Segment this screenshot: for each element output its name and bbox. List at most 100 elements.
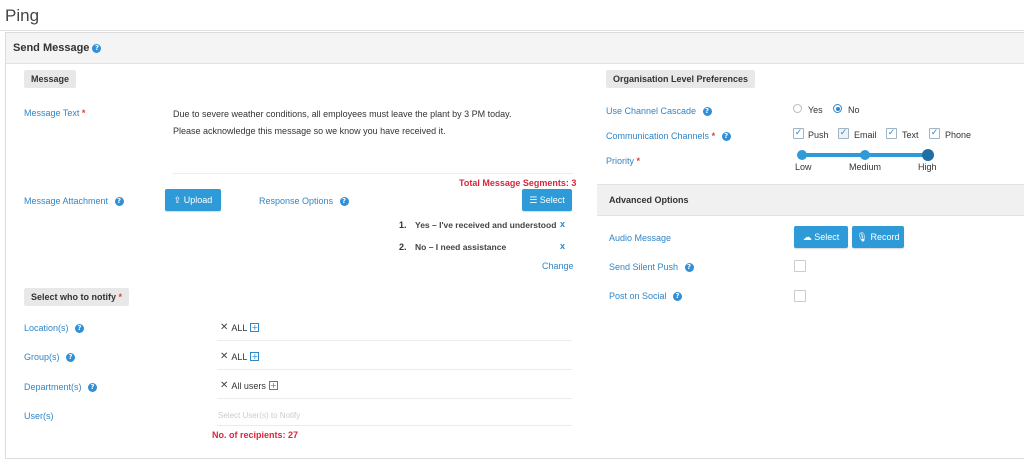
priority-low-label: Low	[795, 162, 812, 172]
org-prefs-section-header: Organisation Level Preferences	[606, 70, 756, 88]
priority-label-text: Priority	[606, 156, 635, 166]
help-circle-icon[interactable]: ?	[114, 197, 124, 207]
post-social-checkbox[interactable]	[794, 290, 806, 302]
help-circle-icon[interactable]: ?	[88, 383, 98, 393]
change-responses-link[interactable]: Change	[542, 261, 574, 271]
advanced-options-title: Advanced Options	[609, 195, 689, 205]
location-label: Location(s) ?	[24, 323, 85, 334]
user-field-underline	[217, 425, 572, 426]
response-option-text: No – I need assistance	[415, 242, 507, 252]
help-circle-icon[interactable]: ?	[75, 324, 85, 334]
plus-box-icon[interactable]: +	[250, 352, 260, 361]
help-circle-icon[interactable]: ?	[684, 263, 694, 273]
phone-checkbox[interactable]: ✓	[929, 128, 940, 139]
cascade-yes-label: Yes	[808, 105, 823, 115]
required-asterisk: *	[118, 292, 123, 302]
channel-cascade-label: Use Channel Cascade ?	[606, 106, 712, 117]
cascade-no-radio[interactable]	[833, 104, 842, 113]
department-tag-label: All users	[231, 380, 266, 391]
priority-label: Priority *	[606, 156, 640, 166]
silent-push-label: Send Silent Push ?	[609, 262, 694, 273]
group-tag-label: ALL	[231, 351, 248, 362]
cloud-upload-icon: ☁	[802, 233, 812, 243]
communication-channels-label-text: Communication Channels	[606, 131, 710, 141]
response-options-label: Response Options ?	[259, 196, 349, 207]
help-circle-icon[interactable]: ?	[702, 107, 712, 117]
message-text-label: Message Text *	[24, 108, 85, 118]
help-circle-icon[interactable]: ?	[721, 132, 731, 142]
help-circle-icon[interactable]: ?	[673, 292, 683, 302]
push-label: Push	[808, 130, 829, 140]
response-number: 2.	[399, 242, 407, 252]
audio-select-label: Select	[814, 232, 840, 242]
priority-slider-handle[interactable]	[922, 149, 934, 161]
priority-slider-stop-medium[interactable]	[860, 150, 870, 160]
email-checkbox[interactable]: ✓	[838, 128, 849, 139]
audio-select-button[interactable]: ☁ Select	[794, 226, 848, 248]
department-label-text: Department(s)	[24, 382, 82, 392]
message-text-value[interactable]: Due to severe weather conditions, all em…	[173, 106, 533, 140]
location-label-text: Location(s)	[24, 323, 69, 333]
plus-box-icon[interactable]: +	[250, 323, 260, 332]
required-asterisk: *	[636, 156, 641, 166]
record-label: Record	[870, 232, 900, 242]
message-section-header: Message	[24, 70, 77, 88]
list-icon: ☰	[529, 196, 538, 206]
silent-push-label-text: Send Silent Push	[609, 262, 679, 272]
text-checkbox[interactable]: ✓	[886, 128, 897, 139]
group-tag: ✕ ALL +	[220, 351, 260, 362]
message-attachment-label-text: Message Attachment	[24, 196, 109, 206]
help-circle-icon[interactable]: ?	[339, 197, 349, 207]
remove-response-button[interactable]: x	[560, 241, 565, 251]
department-field-underline	[217, 398, 572, 399]
microphone-icon: 🎙	[856, 233, 868, 243]
plus-box-icon[interactable]: +	[268, 381, 278, 390]
help-circle-icon[interactable]: ?	[66, 353, 76, 363]
phone-label: Phone	[945, 130, 972, 140]
panel-title: Send Message ?	[13, 42, 102, 54]
response-select-button[interactable]: ☰ Select	[522, 189, 572, 211]
message-divider	[173, 173, 573, 174]
location-tag: ✕ ALL +	[220, 322, 260, 333]
panel-title-text: Send Message	[13, 42, 90, 54]
record-button[interactable]: 🎙 Record	[852, 226, 904, 248]
text-label: Text	[902, 130, 919, 140]
x-icon[interactable]: ✕	[220, 351, 228, 362]
required-asterisk: *	[81, 108, 86, 118]
response-option-text: Yes – I've received and understood	[415, 220, 557, 230]
location-field-underline	[217, 340, 572, 341]
group-field-underline	[217, 369, 572, 370]
communication-channels-label: Communication Channels * ?	[606, 131, 731, 142]
notify-section-header: Select who to notify *	[24, 288, 130, 306]
channel-cascade-label-text: Use Channel Cascade	[606, 106, 697, 116]
checkmark-icon: ✓	[839, 128, 848, 138]
checkmark-icon: ✓	[794, 128, 803, 138]
upload-button[interactable]: ⇪ Upload	[165, 189, 221, 211]
panel-header	[6, 33, 1024, 64]
cascade-yes-radio[interactable]	[793, 104, 802, 113]
remove-response-button[interactable]: x	[560, 219, 565, 229]
priority-medium-label: Medium	[849, 162, 882, 172]
x-icon[interactable]: ✕	[220, 380, 228, 391]
post-social-label: Post on Social ?	[609, 291, 683, 302]
upload-icon: ⇪	[173, 196, 182, 206]
checkmark-icon: ✓	[887, 128, 896, 138]
x-icon[interactable]: ✕	[220, 322, 228, 333]
user-label: User(s)	[24, 411, 54, 421]
response-options-label-text: Response Options	[259, 196, 334, 206]
user-select-input[interactable]: Select User(s) to Notify	[218, 411, 300, 420]
group-label: Group(s) ?	[24, 352, 76, 363]
total-message-segments: Total Message Segments: 3	[459, 178, 577, 188]
notify-section-header-text: Select who to notify	[31, 292, 117, 302]
email-label: Email	[854, 130, 877, 140]
required-asterisk: *	[711, 131, 716, 141]
priority-slider-stop-low[interactable]	[797, 150, 807, 160]
help-circle-icon[interactable]: ?	[92, 43, 102, 53]
location-tag-label: ALL	[231, 322, 248, 333]
silent-push-checkbox[interactable]	[794, 260, 806, 272]
recipient-count: No. of recipients: 27	[212, 430, 299, 440]
cascade-no-label: No	[848, 105, 860, 115]
checkmark-icon: ✓	[930, 128, 939, 138]
response-number: 1.	[399, 220, 407, 230]
push-checkbox[interactable]: ✓	[793, 128, 804, 139]
